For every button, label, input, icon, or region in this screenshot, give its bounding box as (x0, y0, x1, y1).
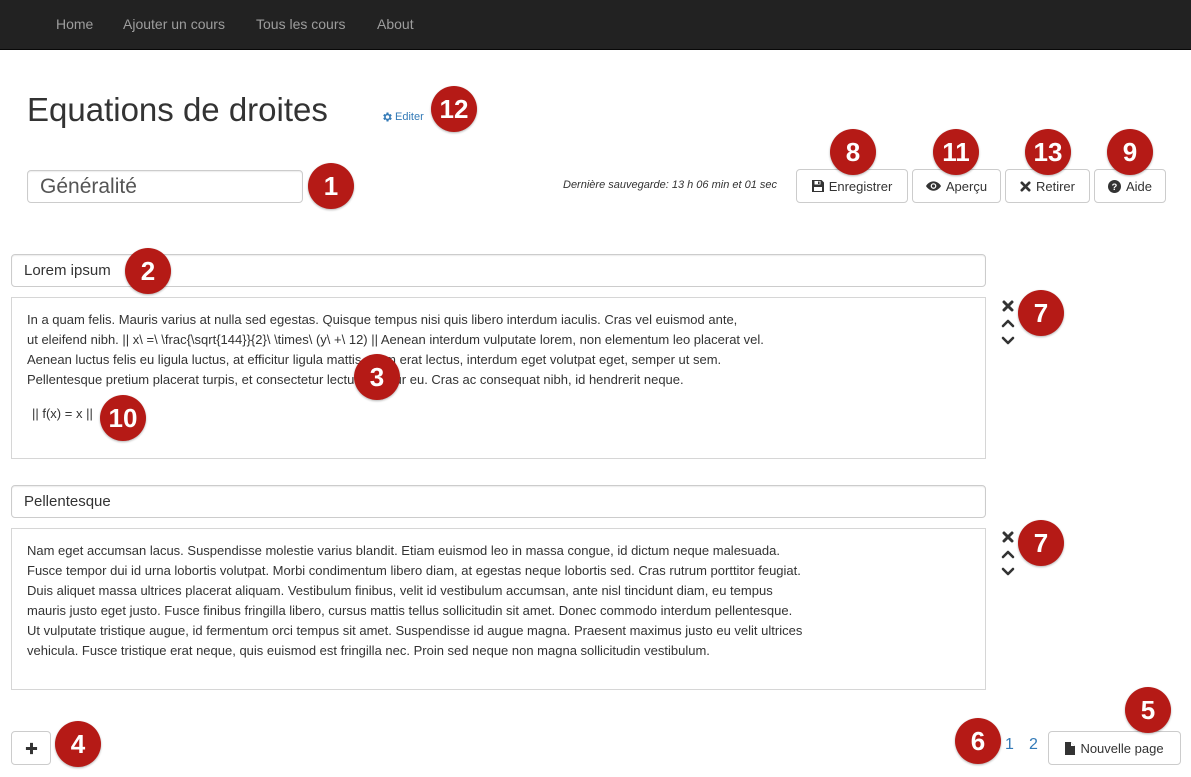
last-save-status: Dernière sauvegarde: 13 h 06 min et 01 s… (563, 179, 778, 191)
page-title: Equations de droites (27, 91, 328, 128)
content-line: In a quam felis. Mauris varius at nulla … (27, 312, 738, 327)
chevron-up-icon[interactable] (1000, 549, 1016, 564)
help-label: Aide (1125, 178, 1153, 194)
close-icon (1020, 180, 1031, 192)
question-circle-icon: ? (1107, 179, 1121, 193)
annotation-badge: 11 (933, 129, 979, 175)
page-link-2[interactable]: 2 (1029, 736, 1038, 754)
content-line: Pellentesque pretium placerat turpis, et… (27, 372, 684, 387)
section-content-editor[interactable]: Nam eget accumsan lacus. Suspendisse mol… (11, 528, 986, 690)
floppy-disk-icon (811, 180, 824, 192)
annotation-badge: 9 (1107, 129, 1153, 175)
annotation-badge: 7 (1018, 520, 1064, 566)
content-line: ut eleifend nibh. || x\ =\ \frac{\sqrt{1… (27, 332, 764, 347)
top-navbar: Home Ajouter un cours Tous les cours Abo… (0, 0, 1191, 50)
page-name-input[interactable] (27, 170, 303, 203)
new-page-button[interactable]: Nouvelle page (1048, 731, 1181, 765)
content-line: Nam eget accumsan lacus. Suspendisse mol… (27, 543, 780, 558)
page-link-1[interactable]: 1 (1005, 736, 1014, 754)
delete-section-icon[interactable] (1000, 300, 1016, 315)
add-section-button[interactable] (11, 731, 51, 765)
delete-section-icon[interactable] (1000, 531, 1016, 546)
section-tools (1000, 531, 1018, 585)
content-line: Fusce tempor dui id urna lobortis volutp… (27, 563, 801, 578)
nav-add-course[interactable]: Ajouter un cours (123, 16, 225, 32)
save-label: Enregistrer (828, 178, 893, 194)
edit-label: Editer (395, 111, 424, 123)
annotation-badge: 1 (308, 163, 354, 209)
annotation-badge: 5 (1125, 687, 1171, 733)
content-line: Duis aliquet massa ultrices placerat ali… (27, 583, 773, 598)
annotation-badge: 6 (955, 718, 1001, 764)
annotation-badge: 8 (830, 129, 876, 175)
chevron-up-icon[interactable] (1000, 318, 1016, 333)
annotation-badge: 13 (1025, 129, 1071, 175)
preview-label: Aperçu (945, 178, 988, 194)
file-icon (1065, 741, 1076, 755)
edit-link[interactable]: Editer (381, 111, 424, 123)
nav-home[interactable]: Home (56, 16, 93, 32)
annotation-badge: 4 (55, 721, 101, 767)
svg-text:?: ? (1112, 182, 1118, 192)
annotation-badge: 7 (1018, 290, 1064, 336)
annotation-badge: 12 (431, 86, 477, 132)
eye-icon (925, 181, 941, 191)
content-line: Ut vulputate tristique augue, id ferment… (27, 623, 803, 638)
gear-icon (381, 111, 393, 123)
section-title-input[interactable] (11, 485, 986, 518)
nav-all-courses[interactable]: Tous les cours (256, 16, 345, 32)
annotation-badge: 10 (100, 395, 146, 441)
annotation-badge: 2 (125, 248, 171, 294)
content-line: vehicula. Fusce tristique erat neque, qu… (27, 643, 710, 658)
content-line: mauris justo eget justo. Fusce finibus f… (27, 603, 793, 618)
formula-line: || f(x) = x || (32, 406, 93, 421)
nav-about[interactable]: About (377, 16, 414, 32)
annotation-badge: 3 (354, 354, 400, 400)
section-content-editor[interactable]: In a quam felis. Mauris varius at nulla … (11, 297, 986, 459)
chevron-down-icon[interactable] (1000, 567, 1016, 582)
remove-label: Retirer (1035, 178, 1075, 194)
plus-icon (25, 742, 38, 755)
section-tools (1000, 300, 1018, 354)
chevron-down-icon[interactable] (1000, 336, 1016, 351)
new-page-label: Nouvelle page (1080, 740, 1164, 756)
content-line: Aenean luctus felis eu ligula luctus, at… (27, 352, 722, 367)
